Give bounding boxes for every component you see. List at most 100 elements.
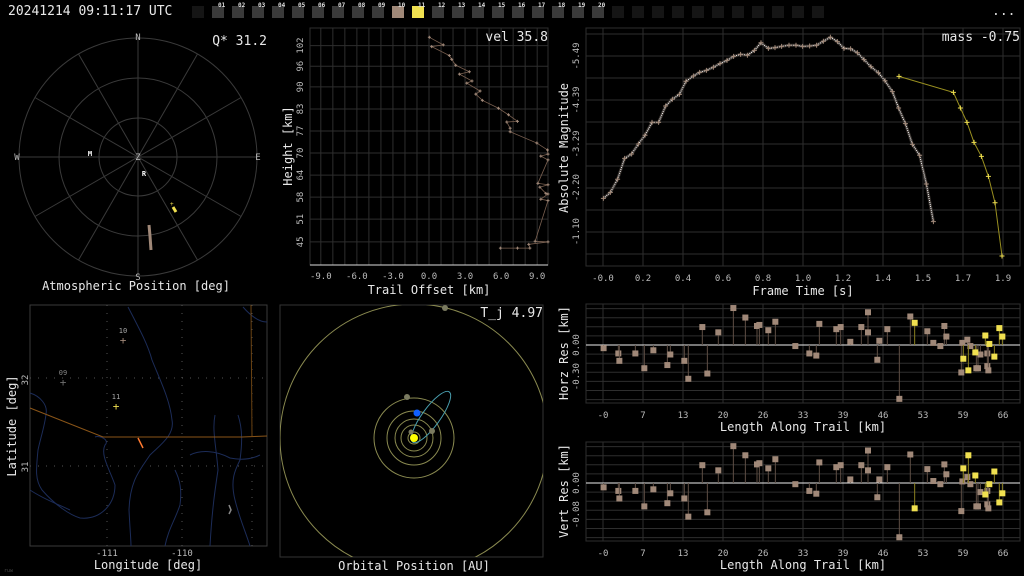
map-station-10[interactable]: 10 + (119, 327, 127, 347)
residual-marker (996, 499, 1003, 506)
x-tick-label: -0 (598, 549, 609, 559)
residual-marker (715, 467, 722, 474)
residual-marker (704, 370, 711, 377)
residual-marker (937, 481, 944, 488)
residual-marker (616, 357, 623, 364)
data-point-marker (546, 240, 550, 244)
residual-marker (667, 351, 674, 358)
height-plot: 102 96 90 83 77 70 64 58 51 45 -9.0 -6.0 -3.0 0.0 3.0 6… (281, 27, 550, 297)
data-point-marker (528, 246, 532, 250)
residual-marker (816, 459, 823, 466)
residual-marker (813, 490, 820, 497)
residual-marker (772, 318, 779, 325)
y-tick-label: -3.29 (572, 130, 582, 157)
residual-marker (999, 333, 1006, 340)
residual-marker (847, 476, 854, 483)
data-point-marker (505, 120, 509, 124)
data-point-marker (527, 242, 531, 246)
residual-marker (865, 309, 872, 316)
residual-marker (667, 490, 674, 497)
sun-icon (410, 434, 418, 442)
residual-marker (681, 495, 688, 502)
vertical-residuals-plot: -0 7 13 20 26 33 39 46 53 59 660.00-0.08Length Alo… (557, 441, 1021, 572)
residual-marker (765, 327, 772, 334)
residual-marker (974, 365, 981, 372)
residual-marker (813, 352, 820, 359)
residual-marker (792, 343, 799, 350)
magnitude-line (603, 36, 934, 222)
map-ylabel: Latitude [deg] (5, 375, 19, 476)
residual-marker (941, 461, 948, 468)
y-tick-label: 0.00 (572, 334, 582, 356)
moon-marker: M (88, 150, 92, 158)
data-point-marker (807, 43, 813, 49)
residual-marker (884, 326, 891, 333)
y-tick-label: 64 (296, 170, 306, 181)
x-tick-label: 0.0 (421, 272, 437, 282)
x-tick-label: 1.5 (915, 274, 931, 284)
data-point-marker (427, 35, 431, 39)
ground-map-panel: 09 + 10 + 11 + -111 -110 32 31 Longitude… (4, 304, 268, 574)
residual-marker (943, 471, 950, 478)
map-corner-mark: ruw (4, 568, 14, 574)
residual-marker (924, 328, 931, 335)
residual-marker (985, 505, 992, 512)
residual-marker (865, 447, 872, 454)
data-point-marker (470, 79, 474, 83)
residual-marker (616, 495, 623, 502)
y-axis-label: Absolute Magnitude (557, 83, 571, 213)
x-tick-label: 66 (998, 549, 1009, 559)
polar-label-w: W (14, 153, 20, 163)
x-tick-label: 7 (640, 549, 645, 559)
residual-marker (999, 490, 1006, 497)
earth-dot (413, 409, 421, 417)
x-tick-label: 3.0 (457, 272, 473, 282)
magnitude-band (602, 35, 935, 222)
data-point-marker (515, 246, 519, 250)
residual-marker (958, 508, 965, 515)
y-tick-label: 70 (296, 148, 306, 159)
velocity-stat: vel 35.8 (485, 30, 548, 45)
residual-marker (876, 337, 883, 344)
residual-marker (964, 474, 971, 481)
planet-dot (429, 428, 435, 434)
residual-marker (858, 324, 865, 331)
residual-marker (685, 513, 692, 520)
q-star-stat: Q* 31.2 (212, 34, 267, 49)
polar-label-e: E (255, 153, 260, 163)
planet-dot (442, 305, 448, 311)
map-station-11[interactable]: 11 + (112, 393, 120, 413)
polar-trail-station-10 (147, 224, 153, 251)
y-axis-label: Height [km] (281, 106, 295, 185)
residual-marker (699, 462, 706, 469)
residual-marker (996, 325, 1003, 332)
residual-marker (991, 353, 998, 360)
x-tick-label: 6.0 (493, 272, 509, 282)
residual-marker (806, 487, 813, 494)
residual-marker (924, 466, 931, 473)
residual-marker (681, 357, 688, 364)
data-point-marker (964, 119, 970, 125)
y-tick-label: 0.00 (572, 472, 582, 494)
station-cross-icon: + (120, 334, 127, 347)
residual-marker (982, 491, 989, 498)
map-station-09[interactable]: 09 + (59, 369, 67, 389)
y-tick-label: 51 (296, 214, 306, 225)
residual-marker (664, 500, 671, 507)
y-tick-label: 77 (296, 126, 306, 137)
x-tick-label: -6.0 (346, 272, 368, 282)
residual-marker (974, 503, 981, 510)
x-tick-label: 59 (958, 549, 969, 559)
residual-marker (960, 355, 967, 362)
residual-marker (806, 350, 813, 357)
residual-marker (650, 486, 657, 493)
x-axis-label: Trail Offset [km] (368, 283, 491, 297)
dashboard-canvas: N S E W Z M R + Q* 31.2 Atmospheric Posi… (4, 27, 1021, 574)
residual-marker (615, 487, 622, 494)
tisserand-stat: T_j 4.97 (480, 306, 543, 321)
planet-dot (408, 429, 414, 435)
x-tick-label: 0.6 (715, 274, 731, 284)
x-tick-label: 0.4 (675, 274, 691, 284)
x-tick-label: -0.0 (592, 274, 614, 284)
residual-marker (965, 452, 972, 459)
